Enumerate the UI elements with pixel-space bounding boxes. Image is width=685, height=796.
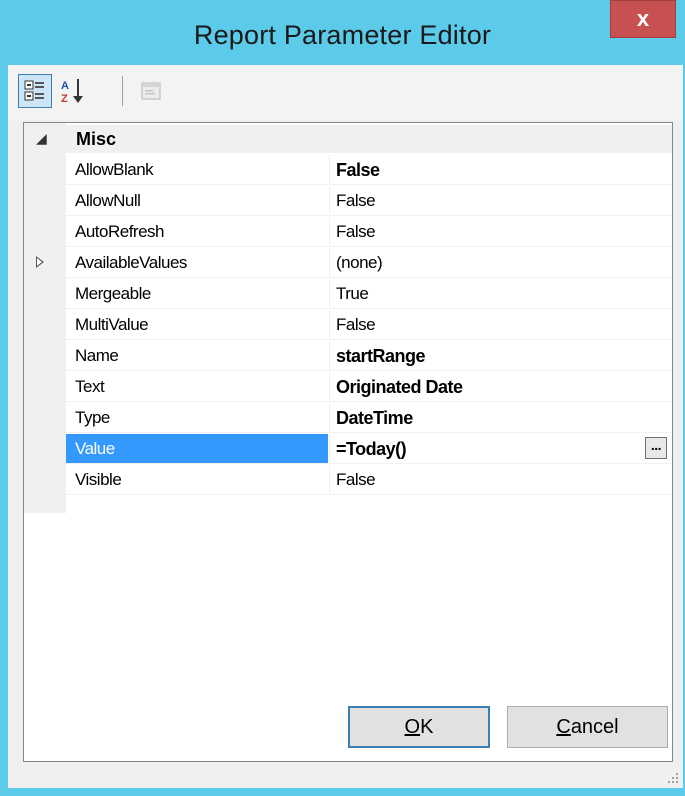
property-name: AllowNull (66, 186, 328, 216)
ok-mnemonic: O (404, 715, 421, 738)
property-value[interactable]: DateTime (329, 403, 672, 433)
sort-az-icon: A Z (61, 79, 83, 105)
property-value-text[interactable]: =Today() (336, 439, 407, 459)
property-row-allownull[interactable]: AllowNull False (66, 186, 672, 217)
property-name-selected: Value (66, 434, 328, 464)
property-value-editor[interactable]: =Today() ... (329, 434, 672, 464)
close-icon: x (636, 6, 650, 31)
cancel-label: ancel (570, 715, 619, 738)
categorized-view-icon (24, 80, 44, 101)
property-pages-button[interactable] (134, 74, 168, 108)
dialog-client-area: A Z ◢ Misc AllowBlank False AllowNull Fa… (8, 65, 683, 788)
svg-text:A: A (61, 80, 69, 92)
cancel-button[interactable]: Cancel (507, 706, 668, 748)
property-name: AvailableValues (66, 248, 328, 278)
dialog-window: Report Parameter Editor x A Z ◢ Misc All… (0, 0, 685, 796)
property-value[interactable]: False (329, 465, 672, 495)
property-value[interactable]: (none) (329, 248, 672, 278)
property-value[interactable]: False (329, 310, 672, 340)
property-value[interactable]: Originated Date (329, 372, 672, 402)
toolbar-separator (122, 76, 123, 106)
property-name: Type (66, 403, 328, 433)
category-label: Misc (76, 129, 117, 149)
svg-text:Z: Z (61, 93, 68, 105)
property-value[interactable]: False (329, 186, 672, 216)
property-row-value[interactable]: Value =Today() ... (66, 434, 672, 465)
property-name: Mergeable (66, 279, 328, 309)
property-name: AutoRefresh (66, 217, 328, 247)
property-value[interactable]: False (329, 155, 672, 185)
property-pages-icon (141, 82, 161, 100)
property-row-autorefresh[interactable]: AutoRefresh False (66, 217, 672, 248)
property-row-type[interactable]: Type DateTime (66, 403, 672, 434)
close-button[interactable]: x (610, 0, 676, 38)
property-value[interactable]: False (329, 217, 672, 247)
property-name: Name (66, 341, 328, 371)
property-name: Text (66, 372, 328, 402)
ellipsis-button[interactable]: ... (645, 437, 667, 459)
ok-button[interactable]: OK (348, 706, 490, 748)
property-row-multivalue[interactable]: MultiValue False (66, 310, 672, 341)
property-grid-gutter (24, 123, 66, 513)
property-name: MultiValue (66, 310, 328, 340)
property-row-availablevalues[interactable]: AvailableValues (none) (36, 248, 672, 279)
property-row-visible[interactable]: Visible False (66, 465, 672, 496)
property-name: AllowBlank (66, 155, 328, 185)
resize-grip-icon[interactable] (667, 772, 679, 784)
alphabetical-button[interactable]: A Z (56, 74, 90, 108)
window-title: Report Parameter Editor (193, 20, 492, 50)
expand-triangle-icon[interactable] (36, 256, 44, 268)
property-grid: ◢ Misc AllowBlank False AllowNull False … (23, 122, 673, 762)
categorized-button[interactable] (18, 74, 52, 108)
cancel-mnemonic: C (556, 715, 571, 738)
property-value[interactable]: startRange (329, 341, 672, 371)
property-row-allowblank[interactable]: AllowBlank False (66, 155, 672, 186)
category-row-misc[interactable]: ◢ Misc (24, 125, 672, 153)
collapse-triangle-icon[interactable]: ◢ (36, 130, 47, 147)
property-grid-toolbar: A Z (8, 65, 683, 120)
property-row-name[interactable]: Name startRange (66, 341, 672, 372)
property-name: Visible (66, 465, 328, 495)
property-value[interactable]: True (329, 279, 672, 309)
ok-label: K (420, 715, 434, 738)
property-row-text[interactable]: Text Originated Date (66, 372, 672, 403)
property-row-mergeable[interactable]: Mergeable True (66, 279, 672, 310)
